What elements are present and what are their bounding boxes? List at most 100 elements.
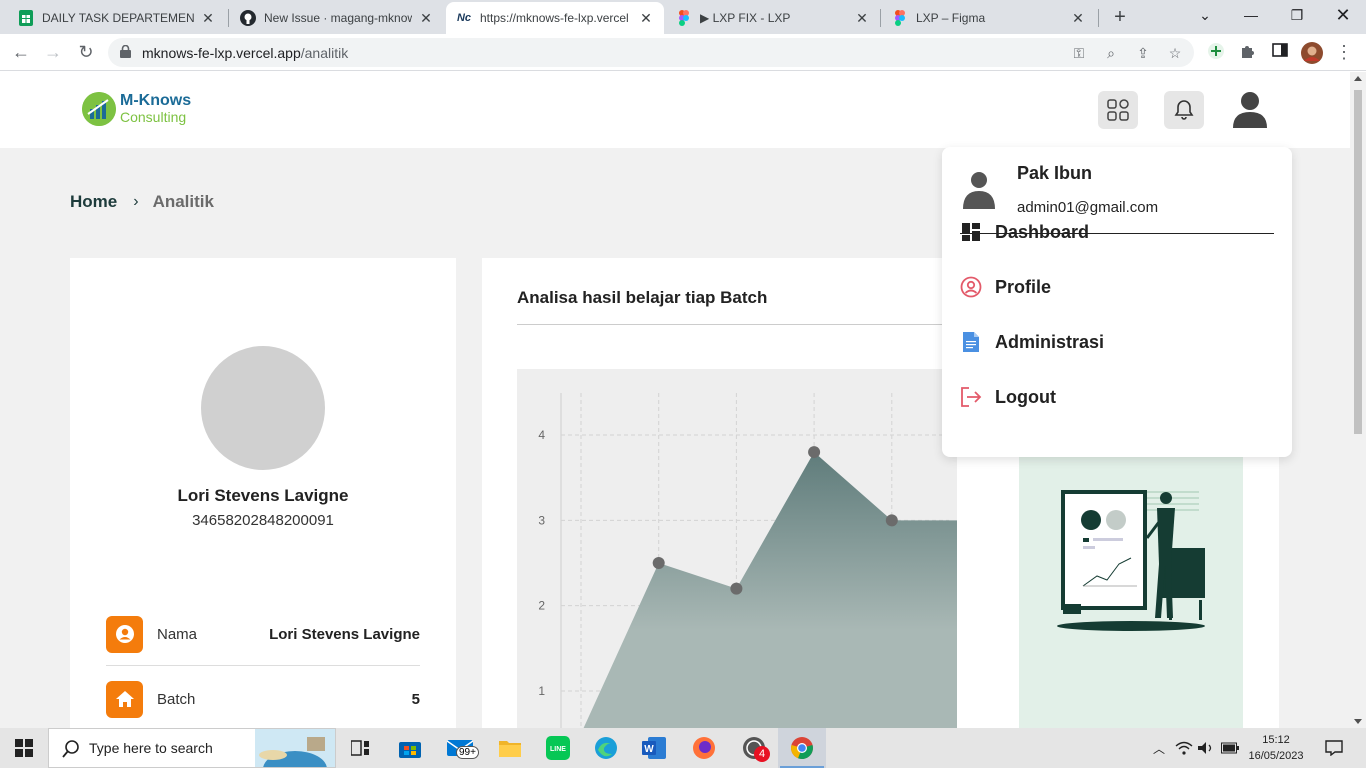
bookmark-star-icon[interactable]: ☆ xyxy=(1166,44,1184,62)
logo-text-secondary: Consulting xyxy=(120,109,187,125)
scroll-down-arrow-icon[interactable] xyxy=(1354,719,1362,724)
forward-arrow-icon[interactable]: → xyxy=(40,39,66,65)
menu-item-administrasi[interactable]: Administrasi xyxy=(960,325,1274,359)
zoom-icon[interactable]: ⌕ xyxy=(1102,44,1120,62)
minimize-button[interactable]: — xyxy=(1228,0,1274,34)
menu-item-dashboard[interactable]: Dashboard xyxy=(960,215,1274,249)
tab-separator xyxy=(1098,9,1099,27)
battery-icon[interactable] xyxy=(1220,728,1240,768)
google-sheets-icon xyxy=(18,10,34,26)
extensions-puzzle-icon[interactable] xyxy=(1238,42,1258,62)
user-dropdown-menu: Pak Ibun admin01@gmail.com Dashboard Pro… xyxy=(942,147,1292,457)
scrollbar-thumb[interactable] xyxy=(1354,90,1362,434)
tab-search-chevron-icon[interactable]: ⌄ xyxy=(1182,0,1228,34)
chart-y-tick-label: 3 xyxy=(538,513,545,527)
menu-item-logout[interactable]: Logout xyxy=(960,380,1274,414)
browser-tab-4[interactable]: LXP – Figma ✕ xyxy=(882,2,1096,34)
apps-grid-icon xyxy=(1107,99,1129,121)
close-window-button[interactable]: ✕ xyxy=(1320,0,1366,34)
volume-icon[interactable] xyxy=(1196,728,1216,768)
browser-tab-3[interactable]: ▶ LXP FIX - LXP ✕ xyxy=(666,2,880,34)
info-label: Nama xyxy=(157,625,198,643)
mknows-logo[interactable]: M-Knows Consulting xyxy=(82,92,191,126)
browser-tab-1[interactable]: New Issue · magang-mknows ✕ xyxy=(230,2,444,34)
tab-separator xyxy=(880,9,881,27)
new-tab-button[interactable]: + xyxy=(1108,4,1132,30)
menu-item-profile[interactable]: Profile xyxy=(960,270,1274,304)
lock-icon[interactable] xyxy=(120,44,131,58)
student-id: 34658202848200091 xyxy=(192,512,334,529)
taskbar-clock[interactable]: 15:12 16/05/2023 xyxy=(1246,732,1306,764)
document-icon xyxy=(960,331,982,353)
profile-circle-icon xyxy=(960,276,982,298)
tab-title: https://mknows-fe-lxp.vercel xyxy=(480,11,629,25)
breadcrumb-current: Analitik xyxy=(152,192,214,211)
close-tab-icon[interactable]: ✕ xyxy=(854,10,870,27)
apps-grid-button[interactable] xyxy=(1098,91,1138,129)
svg-text:W: W xyxy=(644,744,654,755)
url-host: mknows-fe-lxp.vercel.app xyxy=(142,45,301,61)
browser-profile-avatar[interactable] xyxy=(1301,42,1323,64)
microsoft-store-icon[interactable] xyxy=(386,728,434,768)
extension-plus-icon[interactable] xyxy=(1206,42,1226,62)
chart-data-point xyxy=(885,514,898,527)
word-icon[interactable]: W xyxy=(630,728,678,768)
info-value: Lori Stevens Lavigne xyxy=(269,625,420,643)
github-icon xyxy=(240,10,256,26)
chart-y-tick-label: 1 xyxy=(538,684,545,698)
whatsapp-icon[interactable]: 4 xyxy=(730,728,778,768)
close-tab-icon[interactable]: ✕ xyxy=(418,10,434,27)
chrome-icon[interactable] xyxy=(778,728,826,768)
tray-overflow-chevron-icon[interactable]: ︿ xyxy=(1150,728,1168,768)
back-arrow-icon[interactable]: ← xyxy=(8,39,34,65)
browser-tab-2-active[interactable]: Nc https://mknows-fe-lxp.vercel ✕ xyxy=(446,2,664,34)
edge-icon[interactable] xyxy=(582,728,630,768)
tab-title: LXP – Figma xyxy=(916,11,986,25)
search-icon xyxy=(62,740,79,758)
chart-plot-area: 1 2 3 4 xyxy=(517,369,976,728)
file-explorer-icon[interactable] xyxy=(486,728,534,768)
site-header: M-Knows Consulting xyxy=(0,72,1350,148)
close-tab-icon[interactable]: ✕ xyxy=(638,10,654,27)
breadcrumb-chevron-icon: › xyxy=(133,193,139,210)
close-tab-icon[interactable]: ✕ xyxy=(200,10,216,27)
info-row-batch: Batch 5 xyxy=(106,680,420,718)
wifi-icon[interactable] xyxy=(1174,728,1194,768)
share-icon[interactable]: ⇪ xyxy=(1134,44,1152,62)
student-name: Lori Stevens Lavigne xyxy=(177,486,349,505)
line-app-icon[interactable]: LINE xyxy=(534,728,582,768)
page-scrollbar[interactable] xyxy=(1350,72,1366,728)
reload-icon[interactable]: ↻ xyxy=(73,39,99,65)
restore-button[interactable]: ❐ xyxy=(1274,0,1320,34)
tab-separator xyxy=(228,9,229,27)
windows-start-button[interactable] xyxy=(0,728,48,768)
logout-icon xyxy=(960,386,982,408)
breadcrumb-home-link[interactable]: Home xyxy=(70,192,117,212)
windows-taskbar: Type here to search 99+ LINE W 4 ︿ 15:12… xyxy=(0,728,1366,768)
info-row-nama: Nama Lori Stevens Lavigne xyxy=(106,615,420,653)
notifications-button[interactable] xyxy=(1164,91,1204,129)
browser-tab-strip: DAILY TASK DEPARTEMEN TE ✕ New Issue · m… xyxy=(0,0,1366,34)
close-tab-icon[interactable]: ✕ xyxy=(1070,10,1086,27)
side-panel-icon[interactable] xyxy=(1270,42,1290,62)
taskbar-search-box[interactable]: Type here to search xyxy=(48,728,336,768)
url-text: mknows-fe-lxp.vercel.app/analitik xyxy=(142,45,348,61)
menu-item-label: Logout xyxy=(995,386,1056,407)
key-icon[interactable]: ⚿ xyxy=(1070,44,1088,62)
task-view-icon[interactable] xyxy=(336,728,384,768)
browser-tab-0[interactable]: DAILY TASK DEPARTEMEN TE ✕ xyxy=(8,2,226,34)
notification-center-icon[interactable] xyxy=(1320,728,1348,768)
firefox-icon[interactable] xyxy=(680,728,728,768)
address-bar[interactable]: mknows-fe-lxp.vercel.app/analitik ⚿ ⌕ ⇪ … xyxy=(108,38,1194,67)
logo-mark-icon xyxy=(82,92,116,126)
chart-data-point xyxy=(730,582,743,595)
mknows-favicon-icon: Nc xyxy=(456,12,472,24)
user-menu-avatar-button[interactable] xyxy=(1230,90,1270,130)
area-chart: 1 2 3 4 xyxy=(538,393,976,728)
beach-highlight-image xyxy=(255,729,335,767)
chart-y-tick-label: 4 xyxy=(538,428,545,442)
menu-item-label: Administrasi xyxy=(995,331,1105,352)
scroll-up-arrow-icon[interactable] xyxy=(1354,76,1362,81)
mail-icon[interactable]: 99+ xyxy=(436,728,484,768)
browser-menu-icon[interactable]: ⋮ xyxy=(1334,42,1354,62)
